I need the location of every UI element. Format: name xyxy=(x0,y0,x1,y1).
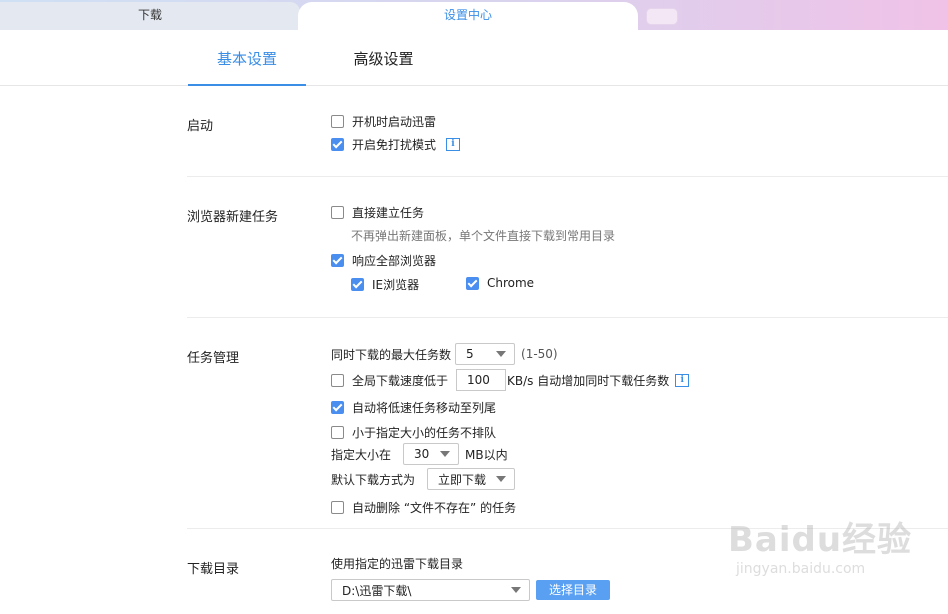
size-suffix: MB以内 xyxy=(465,447,508,462)
option-move-slow[interactable]: 自动将低速任务移动至列尾 xyxy=(331,399,496,416)
chevron-down-icon xyxy=(496,351,507,357)
use-dir-label: 使用指定的迅雷下载目录 xyxy=(331,555,463,572)
choose-directory-button[interactable]: 选择目录 xyxy=(536,580,610,600)
option-boot-start[interactable]: 开机时启动迅雷 xyxy=(331,113,436,130)
option-label: Chrome xyxy=(487,276,535,290)
option-chrome-browser[interactable]: Chrome xyxy=(466,276,534,290)
default-mode-label: 默认下载方式为 xyxy=(331,472,416,487)
option-label: IE浏览器 xyxy=(372,278,420,292)
checkbox-dnd-mode[interactable] xyxy=(331,138,344,151)
max-tasks-select[interactable]: 5 xyxy=(455,343,516,365)
section-divider xyxy=(187,176,948,177)
new-tab-button[interactable] xyxy=(646,8,678,25)
option-no-queue-small[interactable]: 小于指定大小的任务不排队 xyxy=(331,424,496,441)
select-value: 30 xyxy=(414,447,430,461)
checkbox-no-queue-small[interactable] xyxy=(331,426,344,439)
direct-create-hint: 不再弹出新建面板，单个文件直接下载到常用目录 xyxy=(351,229,616,243)
watermark-logo-text: Baidu经验 xyxy=(728,520,913,560)
select-value: 立即下载 xyxy=(438,472,487,487)
subtab-basic-settings[interactable]: 基本设置 xyxy=(188,30,306,86)
tab-download[interactable]: 下载 xyxy=(0,2,300,30)
watermark-url: jingyan.baidu.com xyxy=(736,561,866,577)
max-tasks-label: 同时下载的最大任务数 xyxy=(331,347,452,362)
checkbox-boot-start[interactable] xyxy=(331,115,344,128)
checkbox-speed-below[interactable] xyxy=(331,373,344,387)
window-tab-bar: 下载 设置中心 xyxy=(0,0,948,30)
size-label: 指定大小在 xyxy=(331,447,392,462)
chevron-down-icon xyxy=(440,451,451,457)
download-path-row: D:\迅雷下载\ xyxy=(331,579,530,601)
max-tasks-range: (1-50) xyxy=(521,347,558,361)
size-limit-row: 指定大小在 30 MB以内 xyxy=(331,443,508,465)
section-label-browser: 浏览器新建任务 xyxy=(187,210,279,225)
section-label-tasks: 任务管理 xyxy=(187,351,240,366)
checkbox-move-slow[interactable] xyxy=(331,401,344,414)
option-ie-browser[interactable]: IE浏览器 xyxy=(351,276,419,293)
size-select[interactable]: 30 xyxy=(403,443,460,465)
speed-suffix: KB/s 自动增加同时下载任务数 xyxy=(507,373,670,388)
download-path-select[interactable]: D:\迅雷下载\ xyxy=(331,579,530,601)
select-value: 5 xyxy=(466,347,474,361)
use-dir-text: 使用指定的迅雷下载目录 xyxy=(331,557,464,571)
info-icon[interactable]: i xyxy=(446,138,461,151)
option-label: 开机时启动迅雷 xyxy=(352,115,437,129)
section-label-startup: 启动 xyxy=(187,119,214,134)
option-label: 开启免打扰模式 xyxy=(352,138,437,152)
settings-subtabs: 基本设置 高级设置 xyxy=(0,30,948,86)
option-label: 直接建立任务 xyxy=(352,206,425,220)
max-tasks-row: 同时下载的最大任务数 5 (1-50) xyxy=(331,343,558,365)
default-mode-row: 默认下载方式为 立即下载 xyxy=(331,468,516,490)
speed-below-row: 全局下载速度低于 100 KB/s 自动增加同时下载任务数 i xyxy=(331,369,690,391)
option-respond-all-browsers[interactable]: 响应全部浏览器 xyxy=(331,252,436,269)
checkbox-chrome[interactable] xyxy=(466,276,479,290)
chevron-down-icon xyxy=(496,476,507,482)
baidu-jingyan-watermark: Baidu经验 jingyan.baidu.com xyxy=(728,512,938,602)
option-label: 全局下载速度低于 xyxy=(352,373,449,388)
option-auto-delete[interactable]: 自动删除 “文件不存在” 的任务 xyxy=(331,499,516,516)
section-divider xyxy=(187,317,948,318)
checkbox-auto-delete[interactable] xyxy=(331,501,344,514)
option-dnd-mode[interactable]: 开启免打扰模式 i xyxy=(331,136,461,153)
option-direct-create[interactable]: 直接建立任务 xyxy=(331,204,424,221)
option-label: 自动将低速任务移动至列尾 xyxy=(352,401,497,415)
checkbox-direct-create[interactable] xyxy=(331,206,344,219)
checkbox-ie[interactable] xyxy=(351,278,364,291)
option-label: 响应全部浏览器 xyxy=(352,254,437,268)
speed-input[interactable]: 100 xyxy=(456,369,507,391)
option-label: 小于指定大小的任务不排队 xyxy=(352,426,497,440)
subtab-advanced-settings[interactable]: 高级设置 xyxy=(336,30,431,85)
checkbox-respond-all[interactable] xyxy=(331,254,344,267)
section-label-directory: 下载目录 xyxy=(187,562,240,577)
select-value: D:\迅雷下载\ xyxy=(342,583,412,598)
tab-settings-center[interactable]: 设置中心 xyxy=(298,2,638,30)
default-mode-select[interactable]: 立即下载 xyxy=(427,468,516,490)
chevron-down-icon xyxy=(511,587,521,593)
option-label: 自动删除 “文件不存在” 的任务 xyxy=(352,501,517,515)
info-icon[interactable]: i xyxy=(675,373,690,387)
